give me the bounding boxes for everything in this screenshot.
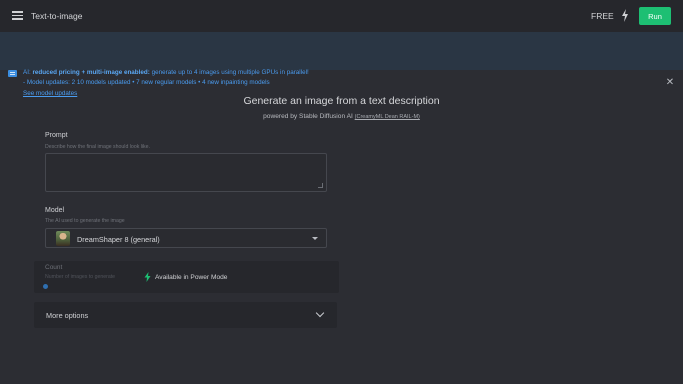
power-lightning-icon xyxy=(144,272,151,282)
top-bar: Text-to-image FREE Run xyxy=(0,0,683,32)
run-button[interactable]: Run xyxy=(639,7,671,25)
count-slider-handle[interactable] xyxy=(43,284,48,289)
app-title: Text-to-image xyxy=(31,11,83,21)
prompt-label: Prompt xyxy=(45,132,68,139)
count-hint: Number of images to generate xyxy=(45,274,116,280)
prompt-input[interactable] xyxy=(45,153,327,192)
count-label: Count xyxy=(45,264,63,271)
caret-down-icon xyxy=(312,237,318,240)
more-options-label: More options xyxy=(46,311,89,320)
announcement-banner: AI: reduced pricing + multi-image enable… xyxy=(0,32,683,97)
close-icon[interactable]: ✕ xyxy=(665,78,675,88)
count-section: Count Number of images to generate Avail… xyxy=(34,261,339,293)
hamburger-menu-icon[interactable] xyxy=(12,11,23,20)
chevron-down-icon xyxy=(315,308,325,318)
model-label: Model xyxy=(45,207,65,214)
message-icon xyxy=(8,70,17,77)
lightning-icon[interactable] xyxy=(621,9,629,22)
banner-rest: generate up to 4 images using multiple G… xyxy=(151,69,309,76)
more-options-toggle[interactable]: More options xyxy=(34,302,337,328)
model-selected-value: DreamShaper 8 (general) xyxy=(77,235,160,244)
page-title: Generate an image from a text descriptio… xyxy=(243,95,440,107)
page-subtitle: powered by Stable Diffusion AI (CreamyML… xyxy=(0,113,683,120)
power-mode-text: Available in Power Mode xyxy=(155,274,228,281)
model-hint: The AI used to generate the image xyxy=(45,218,125,224)
model-select[interactable]: DreamShaper 8 (general) xyxy=(45,228,327,248)
subtitle-text: powered by Stable Diffusion AI xyxy=(263,113,353,120)
prompt-hint: Describe how the final image should look… xyxy=(45,144,150,150)
banner-line-2: - Model updates: 2 10 models updated • 7… xyxy=(23,79,270,86)
model-avatar xyxy=(56,231,70,246)
banner-line-1: AI: reduced pricing + multi-image enable… xyxy=(23,69,309,76)
plan-label: FREE xyxy=(591,11,614,21)
resize-handle-icon[interactable] xyxy=(318,183,323,188)
banner-prefix: AI: xyxy=(23,69,31,76)
credit-link[interactable]: (CreamyML Dean RAIL-M) xyxy=(355,114,420,120)
banner-bold: reduced pricing + multi-image enabled: xyxy=(32,69,150,76)
